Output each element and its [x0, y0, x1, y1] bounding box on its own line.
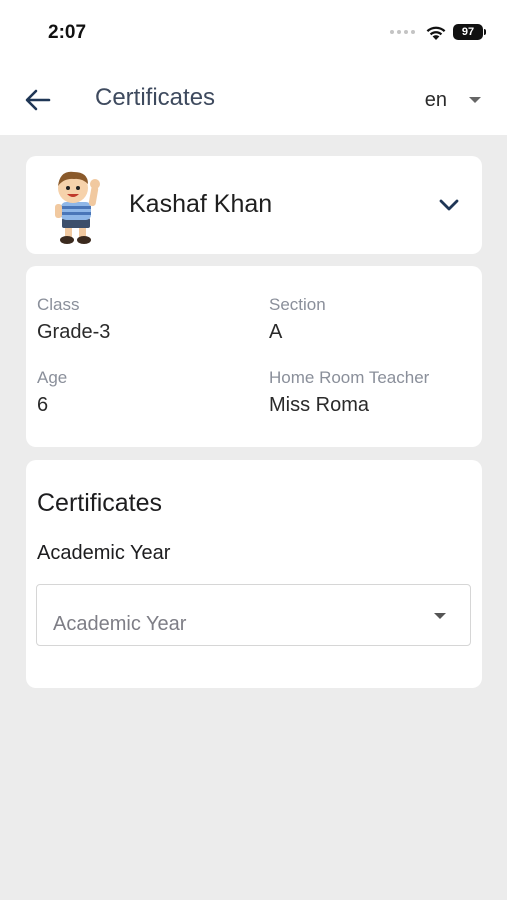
academic-year-label: Academic Year — [37, 542, 171, 564]
student-name: Kashaf Khan — [129, 190, 273, 218]
student-selector-card[interactable]: Kashaf Khan — [26, 156, 482, 254]
class-label: Class — [37, 295, 80, 314]
expand-student-button[interactable] — [434, 190, 464, 220]
section-label: Section — [269, 295, 326, 314]
class-value: Grade-3 — [37, 321, 111, 343]
language-value: en — [424, 88, 447, 111]
age-label: Age — [37, 368, 68, 387]
student-info-card: Class Grade-3 Section A Age 6 Home Room … — [26, 266, 482, 447]
section-info: Section A — [269, 295, 326, 344]
language-dropdown[interactable]: en — [425, 86, 481, 114]
dropdown-caret-icon — [469, 97, 481, 103]
teacher-value: Miss Roma — [269, 394, 370, 416]
class-info: Class Grade-3 — [37, 295, 110, 344]
academic-year-placeholder: Academic Year — [53, 613, 187, 635]
page-title: Certificates — [95, 84, 216, 111]
chevron-down-icon — [439, 199, 459, 211]
back-button[interactable] — [22, 84, 54, 116]
status-bar: 2:07 97 — [0, 0, 507, 64]
battery-icon: 97 — [453, 24, 486, 40]
certificates-heading: Certificates — [37, 489, 163, 517]
status-indicators: 97 — [390, 22, 486, 42]
dropdown-caret-icon — [434, 613, 446, 619]
wifi-icon — [426, 26, 446, 40]
teacher-info: Home Room Teacher Miss Roma — [269, 368, 429, 417]
app-bar: Certificates en — [0, 64, 507, 135]
age-info: Age 6 — [37, 368, 67, 417]
teacher-label: Home Room Teacher — [269, 368, 430, 387]
battery-level: 97 — [461, 26, 475, 38]
student-avatar — [55, 171, 100, 244]
status-time: 2:07 — [48, 22, 87, 43]
age-value: 6 — [37, 394, 49, 416]
signal-icon — [390, 30, 415, 34]
certificates-card: Certificates Academic Year Academic Year — [26, 460, 482, 688]
arrow-left-icon — [25, 89, 51, 111]
section-value: A — [269, 321, 283, 343]
academic-year-dropdown[interactable]: Academic Year — [36, 584, 471, 646]
